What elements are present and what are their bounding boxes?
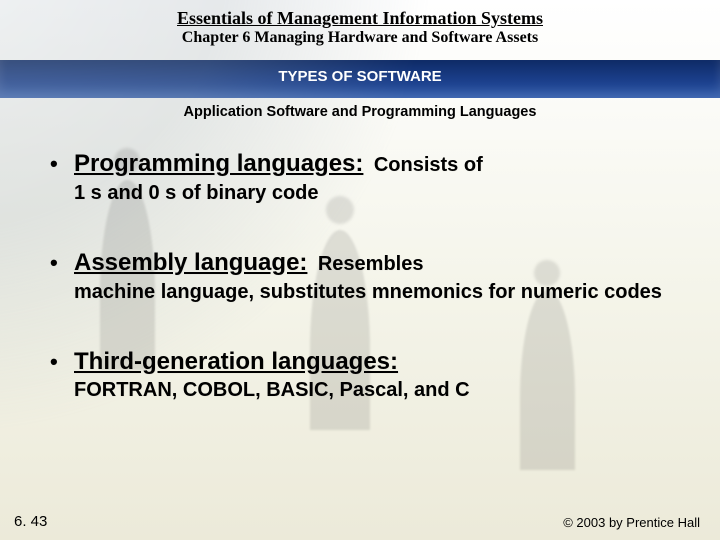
bullet-dot-icon: • <box>50 351 74 373</box>
list-item: • Assembly language: Resembles machine l… <box>50 249 670 304</box>
bullet-desc: FORTRAN, COBOL, BASIC, Pascal, and C <box>74 378 670 402</box>
bullet-term: Programming languages: <box>74 150 363 177</box>
copyright-text: © 2003 by Prentice Hall <box>563 515 700 530</box>
list-item: • Third-generation languages: FORTRAN, C… <box>50 348 670 403</box>
slide-number: 6. 43 <box>14 513 47 530</box>
bullet-desc: 1 s and 0 s of binary code <box>74 181 670 205</box>
book-title: Essentials of Management Information Sys… <box>0 0 720 29</box>
bullet-term: Assembly language: <box>74 249 307 276</box>
bullet-dot-icon: • <box>50 252 74 274</box>
bullet-desc-inline: Resembles <box>318 253 424 275</box>
slide: Essentials of Management Information Sys… <box>0 0 720 540</box>
chapter-title: Chapter 6 Managing Hardware and Software… <box>0 29 720 47</box>
bullet-desc-inline: Consists of <box>374 154 483 176</box>
bullet-dot-icon: • <box>50 153 74 175</box>
bullet-desc: machine language, substitutes mnemonics … <box>74 280 670 304</box>
subsection-title: Application Software and Programming Lan… <box>0 104 720 120</box>
list-item: • Programming languages: Consists of 1 s… <box>50 150 670 205</box>
bullet-term: Third-generation languages: <box>74 348 398 375</box>
section-title: TYPES OF SOFTWARE <box>0 68 720 85</box>
slide-content: Essentials of Management Information Sys… <box>0 0 720 540</box>
bullet-list: • Programming languages: Consists of 1 s… <box>50 150 670 446</box>
